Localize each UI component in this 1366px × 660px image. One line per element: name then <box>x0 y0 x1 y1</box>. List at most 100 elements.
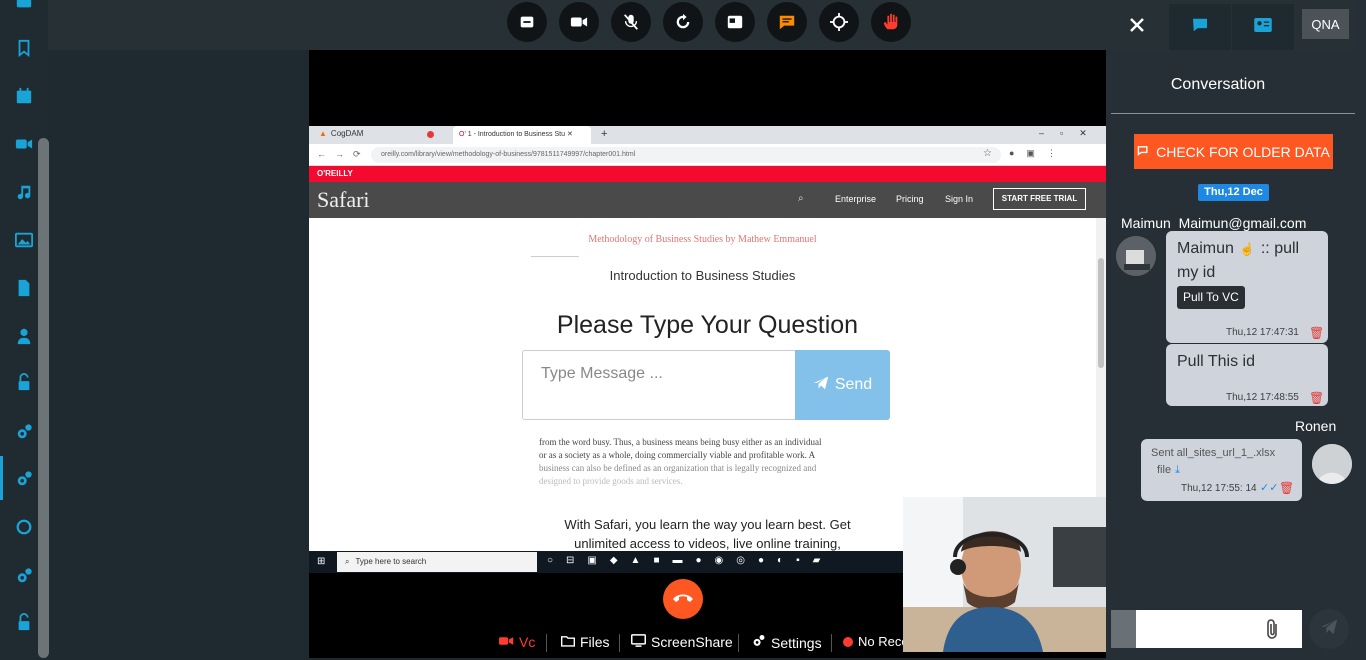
circle-icon[interactable] <box>14 517 34 537</box>
input-side-bar <box>1111 610 1136 648</box>
music-icon[interactable] <box>14 182 34 202</box>
nav-signin[interactable]: Sign In <box>945 194 973 204</box>
participant-video-image <box>903 497 1106 652</box>
search-icon[interactable]: ⌕ <box>798 193 804 204</box>
oreilly-favicon: O' <box>459 131 468 138</box>
screenshare-button[interactable]: ScreenShare <box>631 634 733 650</box>
files-button[interactable]: Files <box>561 634 610 650</box>
new-tab-icon[interactable]: + <box>601 128 607 140</box>
avatar <box>1116 236 1156 276</box>
sender-name: Maimun Maimun@gmail.com <box>1121 215 1307 231</box>
pull-to-vc-button[interactable]: Pull To VC <box>1177 286 1245 309</box>
question-title: Please Type Your Question <box>556 311 859 339</box>
recording-dot-icon <box>427 131 434 138</box>
oreilly-banner: O'REILLY <box>309 166 1106 182</box>
browser-toolbar: ←→⟳ oreilly.com/library/view/methodology… <box>309 144 1106 166</box>
record-dot-icon <box>843 636 853 647</box>
question-input[interactable]: Type Message ... <box>522 350 796 420</box>
safari-logo: Safari <box>317 187 370 212</box>
message-bubble: Maimun ☝ :: pull my id Pull To VC Thu,12… <box>1166 231 1328 343</box>
nav-arrows-icon[interactable]: ←→⟳ <box>317 149 370 160</box>
start-trial-button[interactable]: START FREE TRIAL <box>993 188 1086 210</box>
avatar <box>1312 444 1352 484</box>
box-icon[interactable] <box>14 0 34 12</box>
paper-plane-icon <box>813 375 829 396</box>
cogdam-icon: ▲ <box>319 129 327 138</box>
panel-tabs: QNA <box>1106 0 1366 50</box>
video-icon[interactable] <box>14 134 34 154</box>
gears-icon[interactable] <box>14 566 34 586</box>
book-title: Methodology of Business Studies by Mathe… <box>588 234 817 245</box>
paper-plane-icon <box>1319 618 1339 641</box>
screen-button[interactable] <box>507 2 547 42</box>
chat-message-input[interactable] <box>1136 610 1302 648</box>
chat-button[interactable] <box>767 2 807 42</box>
mic-off-button[interactable] <box>611 2 651 42</box>
taskbar-apps[interactable]: ○⊟▣◆▲■▬●◉◎●◐▪▰ <box>547 555 833 566</box>
sidebar-scrollbar[interactable] <box>38 138 49 658</box>
unlock-icon[interactable] <box>14 372 34 392</box>
paperclip-icon[interactable] <box>1266 618 1280 645</box>
windows-start-icon[interactable]: ⊞ <box>317 556 325 567</box>
tab-cogdam[interactable]: ▲ CogDAM <box>319 129 363 138</box>
document-icon[interactable] <box>14 278 34 298</box>
chat-icon <box>1192 18 1208 37</box>
extensions-icons[interactable]: ●▣⋮ <box>1009 148 1068 159</box>
gears-icon[interactable] <box>14 469 34 489</box>
close-icon <box>1129 17 1145 38</box>
bookmark-icon[interactable] <box>14 38 34 58</box>
tab-chat[interactable] <box>1169 4 1231 50</box>
raise-hand-button[interactable] <box>871 2 911 42</box>
message-bubble: Pull This id Thu,12 17:48:55 🗑 <box>1166 344 1328 406</box>
trash-icon[interactable]: 🗑 <box>1279 481 1294 495</box>
window-button[interactable] <box>715 2 755 42</box>
user-icon[interactable] <box>14 326 34 346</box>
panel-title: Conversation <box>1170 76 1266 93</box>
image-icon[interactable] <box>14 230 34 250</box>
folder-icon <box>561 634 575 650</box>
panel-divider <box>1111 113 1356 114</box>
address-bar[interactable]: oreilly.com/library/view/methodology-of-… <box>371 147 1001 163</box>
target-button[interactable] <box>819 2 859 42</box>
double-check-icon: ✓✓ <box>1260 482 1279 494</box>
unlock-icon[interactable] <box>14 612 34 632</box>
trash-icon[interactable]: 🗑 <box>1309 326 1324 340</box>
divider <box>531 256 579 257</box>
download-icon[interactable]: ⤓ <box>1175 464 1180 477</box>
self-video-thumbnail[interactable] <box>903 497 1106 652</box>
panel-scrollbar[interactable] <box>1355 0 1366 660</box>
oreilly-logo: O'REILLY <box>317 169 353 178</box>
settings-button[interactable]: Settings <box>751 634 822 651</box>
browser-tabstrip: ▲ CogDAM O' 1 - Introduction to Business … <box>309 126 1106 144</box>
window-controls[interactable]: ‒▫✕ <box>1039 128 1103 139</box>
tab-qna[interactable]: QNA <box>1302 9 1349 39</box>
calendar-icon[interactable] <box>14 86 34 106</box>
tab-contacts[interactable] <box>1232 4 1294 50</box>
star-icon[interactable]: ☆ <box>983 148 992 159</box>
sender-name: Ronen <box>1295 418 1337 434</box>
vc-button[interactable]: Vc <box>499 634 535 650</box>
active-indicator <box>0 456 3 500</box>
chapter-title: Introduction to Business Studies <box>609 268 796 283</box>
chat-send-button[interactable] <box>1309 609 1349 649</box>
hangup-button[interactable] <box>663 579 703 619</box>
refresh-button[interactable] <box>663 2 703 42</box>
contact-card-icon <box>1254 17 1272 37</box>
gears-icon <box>751 634 766 651</box>
check-older-data-button[interactable]: CHECK FOR OLDER DATA <box>1134 134 1333 169</box>
hand-pointer-icon: ☝ <box>1239 242 1255 256</box>
nav-pricing[interactable]: Pricing <box>896 194 924 204</box>
phone-hangup-icon <box>672 590 694 608</box>
video-icon <box>499 634 514 650</box>
close-panel-button[interactable] <box>1106 4 1168 50</box>
call-toolbar <box>48 0 1106 50</box>
gears-icon[interactable] <box>14 422 34 442</box>
send-button[interactable]: Send <box>795 350 890 420</box>
nav-enterprise[interactable]: Enterprise <box>835 194 876 204</box>
camera-button[interactable] <box>559 2 599 42</box>
tab-oreilly[interactable]: O' 1 - Introduction to Business Stu ✕ <box>453 126 591 144</box>
trash-icon[interactable]: 🗑 <box>1309 391 1324 405</box>
message-bubble: Sent all_sites_url_1_.xlsx file ⤓ Thu,12… <box>1141 439 1302 501</box>
taskbar-search[interactable]: ⌕ Type here to search <box>337 552 537 572</box>
record-button[interactable]: No Reco <box>843 634 909 649</box>
